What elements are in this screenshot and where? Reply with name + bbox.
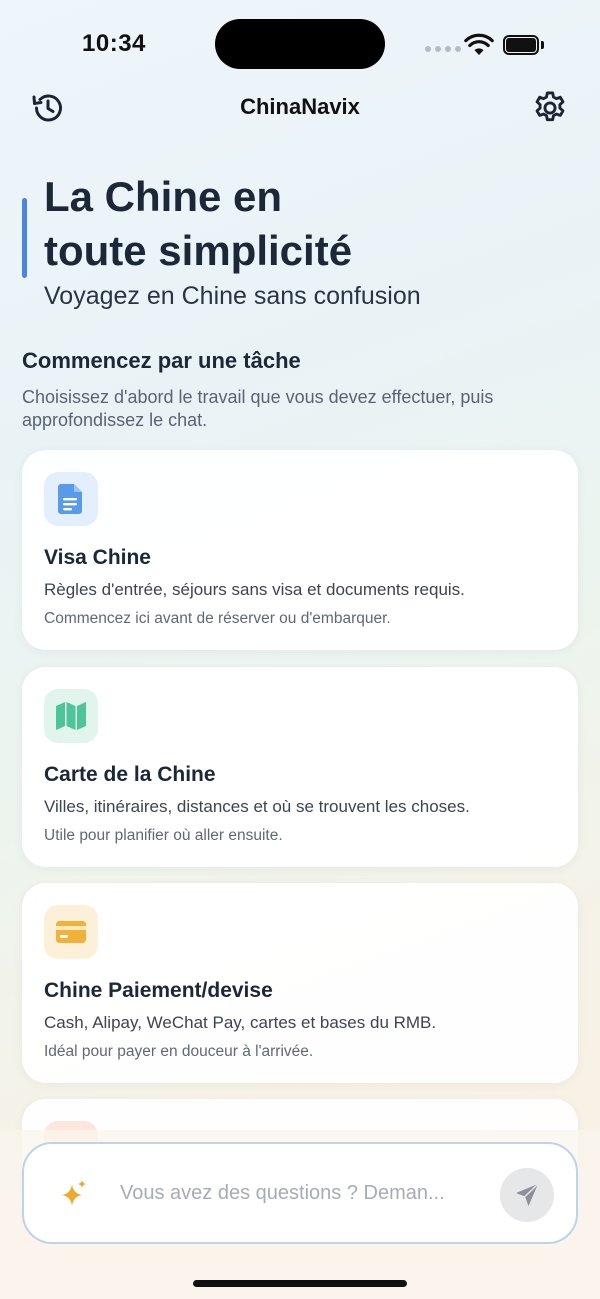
card-note: Utile pour planifier où aller ensuite. <box>44 827 283 844</box>
card-icon-tile <box>44 689 98 743</box>
card-icon-tile <box>44 472 98 526</box>
send-button[interactable] <box>500 1168 554 1222</box>
hero-subtitle: Voyagez en Chine sans confusion <box>44 282 421 310</box>
wifi-icon <box>464 33 494 55</box>
gear-icon <box>535 91 565 122</box>
card-title: Carte de la Chine <box>44 763 216 786</box>
chat-input-bar[interactable]: Vous avez des questions ? Deman... <box>22 1142 578 1244</box>
task-card-payment[interactable]: Chine Paiement/devise Cash, Alipay, WeCh… <box>22 883 578 1083</box>
document-icon <box>58 484 82 514</box>
nav-bar: ChinaNavix <box>0 84 600 132</box>
battery-icon <box>503 35 544 55</box>
status-time: 10:34 <box>82 30 146 57</box>
map-icon <box>56 702 86 730</box>
credit-card-icon <box>56 921 86 943</box>
card-description: Règles d'entrée, séjours sans visa et do… <box>44 580 465 599</box>
card-note: Commencez ici avant de réserver ou d'emb… <box>44 610 391 627</box>
send-icon <box>516 1183 539 1206</box>
settings-button[interactable] <box>530 88 570 128</box>
task-card-map[interactable]: Carte de la Chine Villes, itinéraires, d… <box>22 667 578 867</box>
status-bar: 10:34 <box>0 0 600 88</box>
card-note: Idéal pour payer en douceur à l'arrivée. <box>44 1043 314 1060</box>
section-title: Commencez par une tâche <box>22 348 301 373</box>
dynamic-island <box>215 19 385 69</box>
card-description: Villes, itinéraires, distances et où se … <box>44 797 470 816</box>
hero-accent-bar <box>22 198 27 278</box>
app-title: ChinaNavix <box>240 94 360 119</box>
card-title: Visa Chine <box>44 546 151 569</box>
signal-icon <box>425 46 461 52</box>
chat-input-placeholder[interactable]: Vous avez des questions ? Deman... <box>120 1182 480 1205</box>
hero-title: La Chine en toute simplicité <box>44 173 353 274</box>
home-indicator[interactable] <box>193 1280 407 1287</box>
section-description: Choisissez d'abord le travail que vous d… <box>22 387 494 430</box>
card-title: Chine Paiement/devise <box>44 979 273 1002</box>
card-icon-tile <box>44 905 98 959</box>
task-card-visa[interactable]: Visa Chine Règles d'entrée, séjours sans… <box>22 450 578 650</box>
card-description: Cash, Alipay, WeChat Pay, cartes et base… <box>44 1013 437 1032</box>
sparkle-icon <box>62 1180 86 1206</box>
